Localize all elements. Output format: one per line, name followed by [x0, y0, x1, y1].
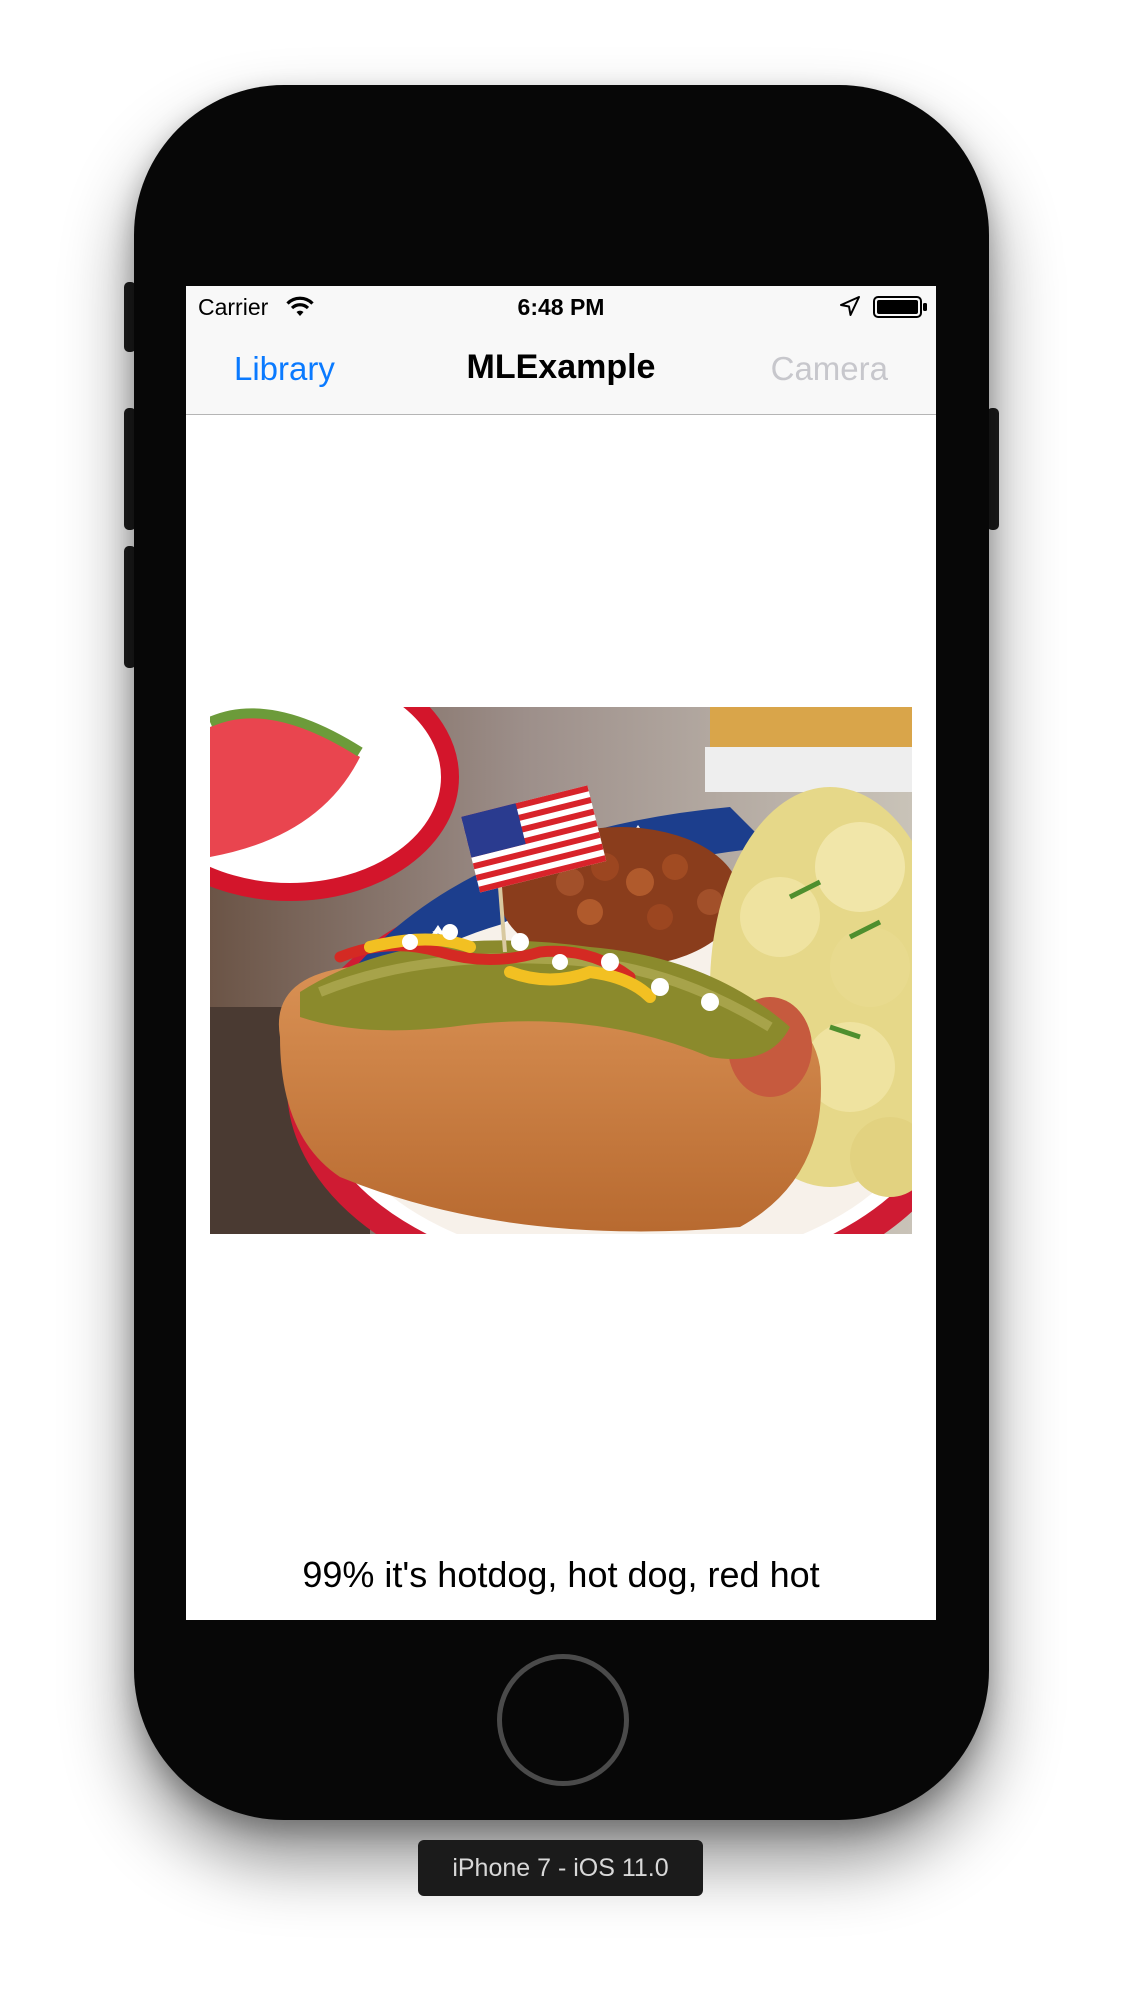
status-bar: Carrier 6:48 PM — [186, 286, 936, 326]
hotdog-photo — [210, 707, 912, 1234]
battery-icon — [873, 296, 927, 318]
navigation-bar: Library MLExample Camera — [186, 326, 936, 415]
camera-button[interactable]: Camera — [771, 350, 888, 388]
simulator-device-label: iPhone 7 - iOS 11.0 — [418, 1840, 703, 1896]
location-arrow-icon — [840, 296, 860, 316]
prediction-label: 99% it's hotdog, hot dog, red hot — [302, 1554, 820, 1595]
status-time: 6:48 PM — [517, 294, 605, 320]
device-screen: Carrier 6:48 PM Library MLExample Camera — [186, 286, 936, 1620]
home-button[interactable] — [497, 1654, 629, 1786]
